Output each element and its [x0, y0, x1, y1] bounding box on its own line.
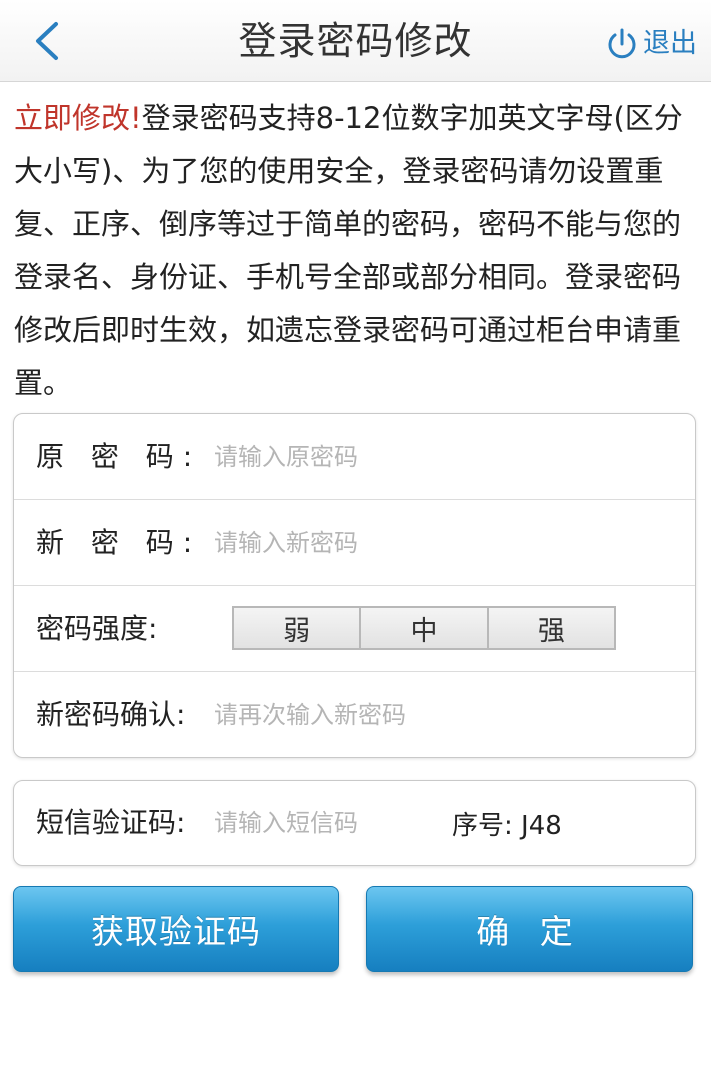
- strength-strong: 强: [488, 608, 614, 648]
- strength-weak: 弱: [234, 608, 362, 648]
- sms-serial-number: 序号: J48: [452, 810, 562, 841]
- confirm-button[interactable]: 确 定: [366, 886, 693, 972]
- sms-code-label: 短信验证码:: [36, 806, 186, 839]
- power-icon: [608, 28, 636, 59]
- notice-highlight: 立即修改!: [14, 101, 142, 135]
- confirm-password-row: 新密码确认:: [14, 672, 695, 758]
- confirm-password-label: 新密码确认:: [36, 698, 186, 731]
- password-strength-meter: 弱 中 强: [232, 606, 616, 650]
- confirm-password-input[interactable]: [214, 693, 514, 737]
- logout-label: 退出: [643, 28, 697, 59]
- new-password-input[interactable]: [214, 520, 514, 565]
- sms-verification-card: 短信验证码: 序号: J48: [13, 780, 696, 866]
- password-rules-notice: 立即修改!登录密码支持8-12位数字加英文字母(区分大小写)、为了您的使用安全，…: [14, 92, 700, 410]
- password-strength-row: 密码强度: 弱 中 强: [14, 586, 695, 672]
- logout-button[interactable]: 退出: [605, 24, 697, 64]
- old-password-label: 原 密 码:: [36, 439, 202, 473]
- sms-code-input[interactable]: [214, 801, 414, 845]
- password-form: 原 密 码: 新 密 码: 密码强度: 弱 中 强 新密码确认:: [13, 413, 696, 758]
- old-password-row: 原 密 码:: [14, 414, 695, 500]
- old-password-input[interactable]: [214, 434, 514, 479]
- new-password-row: 新 密 码:: [14, 500, 695, 586]
- notice-text: 登录密码支持8-12位数字加英文字母(区分大小写)、为了您的使用安全，登录密码请…: [14, 101, 683, 400]
- header-bar: 登录密码修改 退出: [0, 0, 711, 82]
- get-verification-code-button[interactable]: 获取验证码: [13, 886, 339, 972]
- strength-medium: 中: [361, 608, 489, 648]
- sms-code-row: 短信验证码: 序号: J48: [14, 781, 695, 865]
- new-password-label: 新 密 码:: [36, 525, 202, 559]
- password-strength-label: 密码强度:: [36, 611, 158, 645]
